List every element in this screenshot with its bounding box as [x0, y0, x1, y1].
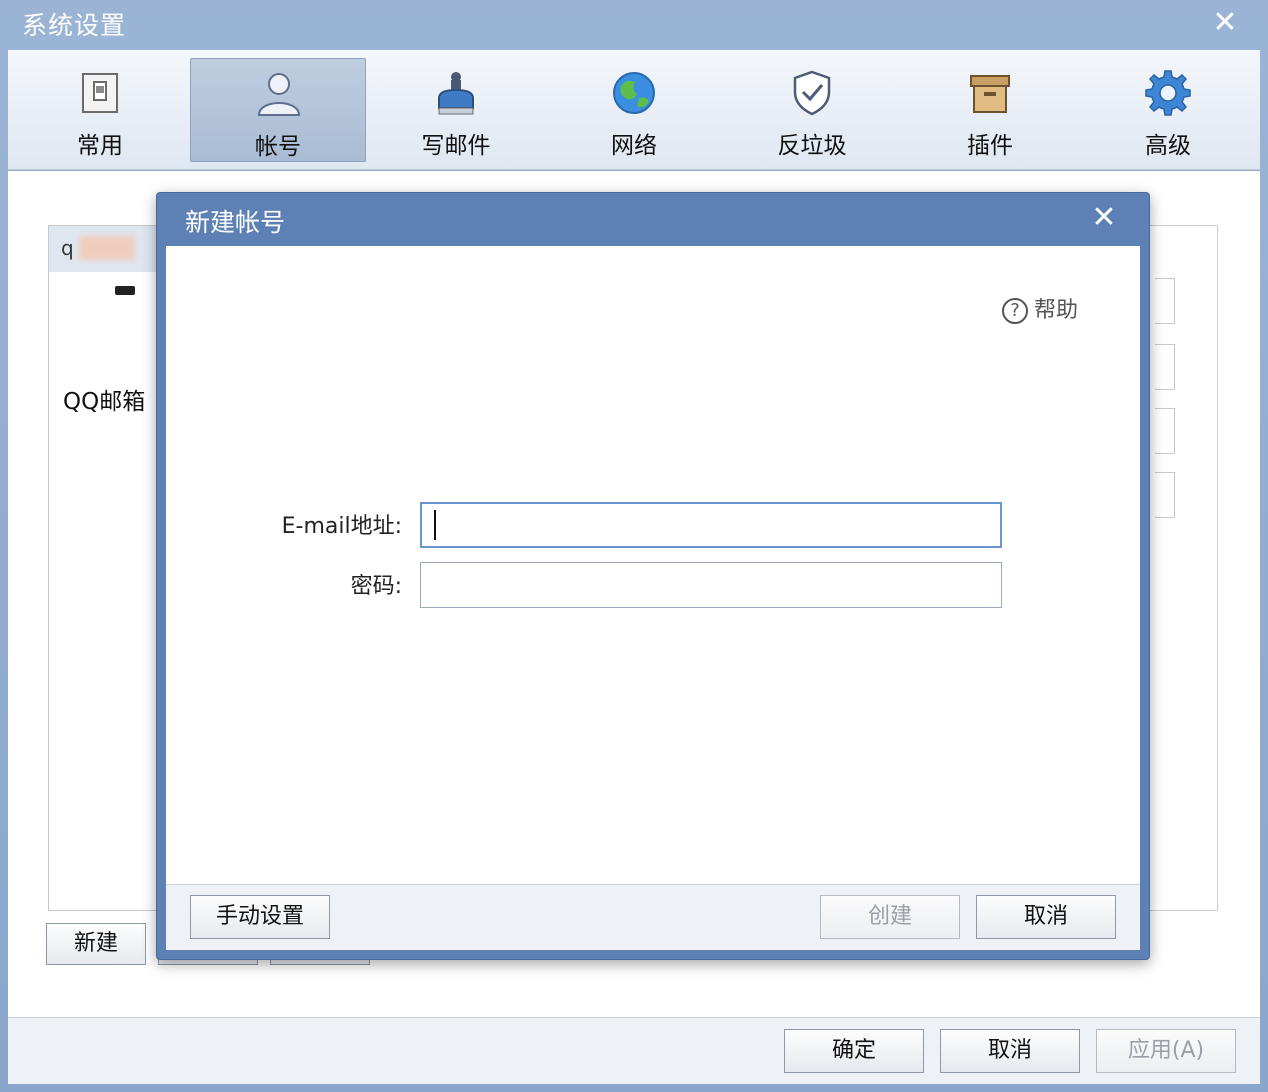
redacted-account-detail: [67, 286, 137, 302]
tab-general[interactable]: 常用: [12, 58, 188, 162]
box-icon: [970, 75, 1010, 113]
account-type-label: QQ邮箱: [63, 389, 146, 415]
dialog-close-icon[interactable]: ✕: [1089, 203, 1119, 233]
tab-network-label: 网络: [611, 133, 657, 159]
new-account-dialog: 新建帐号 ✕ ? 帮助 E-mail地址: 密码: 手动设置 创建 取消: [156, 192, 1150, 960]
email-label: E-mail地址:: [281, 514, 402, 539]
dialog-footer: 手动设置 创建 取消: [166, 884, 1140, 950]
account-details-panel: [1138, 225, 1218, 911]
tab-advanced[interactable]: 高级: [1080, 58, 1256, 162]
settings-toolbar: 常用 帐号 写邮件 网络 反垃圾 插件 高级: [8, 50, 1260, 170]
tab-network[interactable]: 网络: [546, 58, 722, 162]
manual-setup-button[interactable]: 手动设置: [190, 895, 330, 939]
detail-field[interactable]: [1155, 408, 1175, 454]
tab-account-label: 帐号: [255, 134, 301, 160]
detail-field[interactable]: [1155, 278, 1175, 324]
window-title: 系统设置: [22, 11, 127, 40]
tab-antispam[interactable]: 反垃圾: [724, 58, 900, 162]
text-cursor: [434, 510, 436, 540]
apply-button[interactable]: 应用(A): [1096, 1029, 1236, 1073]
password-label: 密码:: [350, 574, 402, 599]
dialog-cancel-button[interactable]: 取消: [976, 895, 1116, 939]
cancel-button[interactable]: 取消: [940, 1029, 1080, 1073]
help-icon: ?: [1002, 298, 1028, 324]
stamp-icon: [438, 72, 474, 115]
tab-compose[interactable]: 写邮件: [368, 58, 544, 162]
tab-general-label: 常用: [77, 133, 123, 159]
tab-antispam-label: 反垃圾: [777, 133, 847, 159]
user-icon: [257, 73, 301, 116]
dialog-body: ? 帮助 E-mail地址: 密码:: [166, 246, 1140, 884]
detail-field[interactable]: [1155, 472, 1175, 518]
account-name: q: [61, 236, 74, 260]
help-label: 帮助: [1034, 298, 1079, 323]
email-field[interactable]: [420, 502, 1002, 548]
password-field[interactable]: [420, 562, 1002, 608]
tab-account[interactable]: 帐号: [190, 58, 366, 162]
window-close-icon[interactable]: ✕: [1210, 8, 1240, 38]
switch-icon: [82, 73, 118, 113]
tab-advanced-label: 高级: [1145, 133, 1191, 159]
redacted-account-name: [79, 236, 135, 260]
globe-icon: [613, 72, 655, 114]
settings-footer: 确定 取消 应用(A): [8, 1017, 1260, 1084]
tab-plugins-label: 插件: [967, 133, 1013, 159]
help-link[interactable]: ? 帮助: [1002, 292, 1078, 324]
tab-plugins[interactable]: 插件: [902, 58, 1078, 162]
tab-compose-label: 写邮件: [421, 133, 491, 159]
create-button[interactable]: 创建: [820, 895, 960, 939]
dialog-title: 新建帐号: [185, 208, 286, 237]
new-account-button[interactable]: 新建: [46, 923, 146, 965]
shield-check-icon: [793, 70, 831, 116]
gear-icon: [1145, 70, 1191, 116]
ok-button[interactable]: 确定: [784, 1029, 924, 1073]
detail-field[interactable]: [1155, 344, 1175, 390]
